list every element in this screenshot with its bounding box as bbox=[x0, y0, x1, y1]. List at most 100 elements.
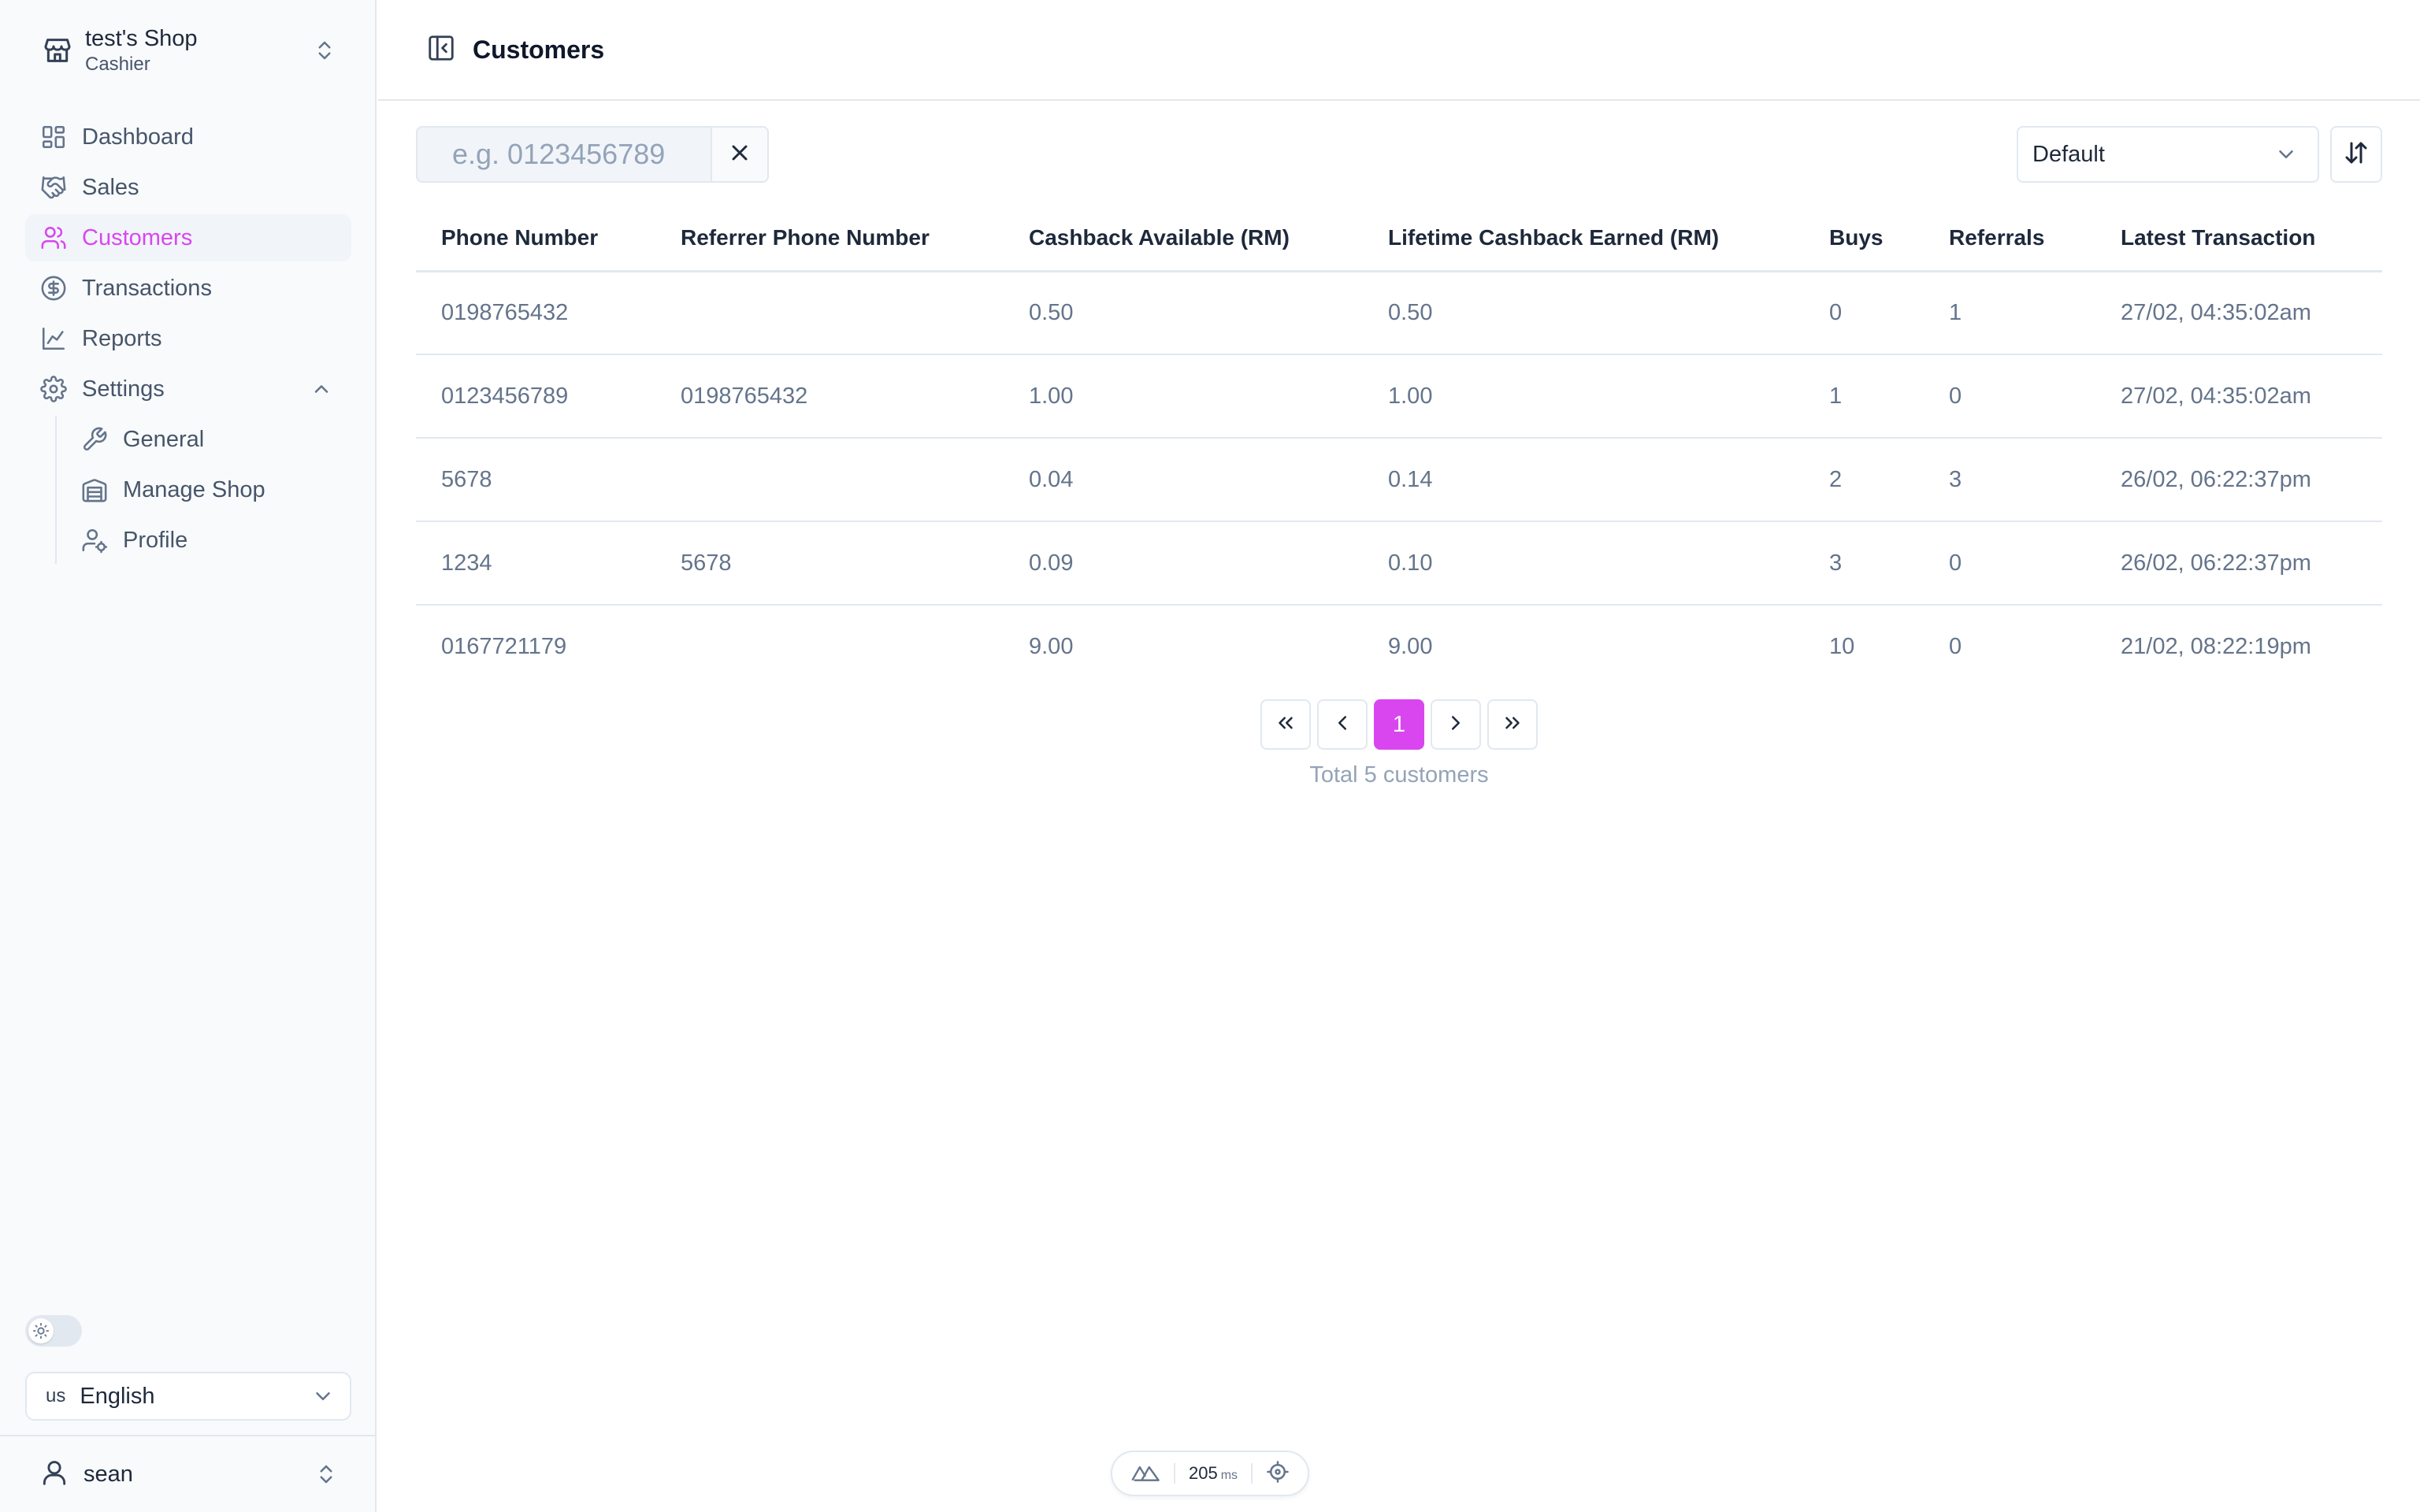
sidebar-item-label: Reports bbox=[82, 325, 162, 351]
sort-direction-button[interactable] bbox=[2330, 126, 2382, 183]
sidebar-item-label: Settings bbox=[82, 376, 165, 402]
dollar-circle-icon bbox=[39, 274, 68, 302]
sidebar-nav: Dashboard Sales Customers Transactions R… bbox=[25, 113, 351, 567]
sidebar-item-manage-shop[interactable]: Manage Shop bbox=[68, 466, 351, 513]
cell-lifetime: 9.00 bbox=[1388, 634, 1433, 659]
render-time-value: 205 bbox=[1188, 1463, 1218, 1483]
column-header[interactable]: Referrals bbox=[1924, 206, 2095, 272]
column-header[interactable]: Buys bbox=[1804, 206, 1924, 272]
sidebar-item-settings[interactable]: Settings bbox=[25, 365, 351, 413]
cell-buys: 10 bbox=[1829, 634, 1855, 659]
shop-switcher[interactable]: test's Shop Cashier bbox=[25, 16, 343, 85]
cell-cashback: 0.09 bbox=[1004, 521, 1363, 606]
render-time: 205 ms bbox=[1189, 1463, 1238, 1484]
sidebar-item-label: General bbox=[123, 426, 205, 452]
panel-left-close-icon bbox=[426, 33, 456, 67]
cell-latest: 27/02, 04:35:02am bbox=[2095, 354, 2382, 439]
sidebar-item-general[interactable]: General bbox=[68, 416, 351, 463]
cell-cashback: 0.04 bbox=[1004, 438, 1363, 522]
language-name: English bbox=[80, 1383, 155, 1409]
clear-search-button[interactable] bbox=[712, 126, 769, 183]
sidebar: test's Shop Cashier Dashboard Sales Cust… bbox=[0, 0, 377, 1512]
dashboard-icon bbox=[39, 123, 68, 151]
sidebar-item-transactions[interactable]: Transactions bbox=[25, 265, 351, 312]
sidebar-item-label: Manage Shop bbox=[123, 476, 265, 502]
phone-search-input[interactable] bbox=[416, 126, 712, 183]
cell-buys: 3 bbox=[1804, 521, 1924, 606]
cell-buys: 0 bbox=[1804, 271, 1924, 355]
total-count: Total 5 customers bbox=[1309, 762, 1489, 788]
cell-referrals: 3 bbox=[1924, 438, 2095, 522]
store-icon bbox=[25, 16, 85, 85]
sidebar-item-profile[interactable]: Profile bbox=[68, 517, 351, 564]
page-title: Customers bbox=[473, 35, 605, 64]
chevron-down-icon bbox=[304, 1377, 342, 1415]
nuxt-logo-icon bbox=[1130, 1460, 1160, 1488]
first-page-button[interactable] bbox=[1260, 699, 1311, 750]
cell-cashback: 1.00 bbox=[1004, 354, 1363, 439]
sidebar-item-dashboard[interactable]: Dashboard bbox=[25, 113, 351, 161]
table-row[interactable]: 5678 0.04 0.14 2 3 26/02, 06:22:37pm bbox=[416, 438, 2382, 522]
cell-referrer bbox=[655, 438, 1004, 522]
cell-buys: 2 bbox=[1804, 438, 1924, 522]
cell-referrals: 0 bbox=[1949, 634, 1962, 659]
sidebar-toggle-button[interactable] bbox=[419, 28, 463, 72]
cell-latest: 21/02, 08:22:19pm bbox=[2121, 634, 2311, 659]
sun-icon bbox=[28, 1318, 54, 1343]
search-bar bbox=[416, 126, 769, 183]
sidebar-item-sales[interactable]: Sales bbox=[25, 164, 351, 211]
table-row[interactable]: 1234 5678 0.09 0.10 3 0 26/02, 06:22:37p… bbox=[416, 521, 2382, 606]
devtools-pill[interactable]: 205 ms bbox=[1111, 1451, 1309, 1496]
divider bbox=[1173, 1463, 1175, 1484]
settings-subnav: General Manage Shop Profile bbox=[55, 416, 351, 564]
sidebar-item-label: Sales bbox=[82, 174, 139, 200]
page-button-current[interactable]: 1 bbox=[1374, 699, 1424, 750]
sidebar-item-label: Transactions bbox=[82, 275, 212, 301]
previous-page-button[interactable] bbox=[1317, 699, 1368, 750]
cell-cashback: 9.00 bbox=[1029, 634, 1074, 659]
shop-name: test's Shop bbox=[85, 26, 198, 51]
cell-referrer bbox=[655, 271, 1004, 355]
sidebar-item-customers[interactable]: Customers bbox=[25, 214, 351, 261]
table-row[interactable]: 0123456789 0198765432 1.00 1.00 1 0 27/0… bbox=[416, 354, 2382, 439]
arrow-up-down-icon bbox=[2342, 139, 2370, 171]
table-row[interactable]: 0198765432 0.50 0.50 0 1 27/02, 04:35:02… bbox=[416, 271, 2382, 355]
warehouse-icon bbox=[80, 476, 109, 504]
column-header[interactable]: Latest Transaction bbox=[2095, 206, 2382, 272]
cell-referrer bbox=[655, 605, 1004, 688]
language-flag: us bbox=[46, 1385, 66, 1406]
chevrons-right-icon bbox=[1501, 711, 1524, 739]
render-time-unit: ms bbox=[1220, 1469, 1238, 1482]
next-page-button[interactable] bbox=[1431, 699, 1481, 750]
crosshair-icon[interactable] bbox=[1266, 1460, 1290, 1488]
pagination: 1 bbox=[1260, 699, 1538, 750]
table-row[interactable]: 0167721179 9.00 9.00 10 0 21/02, 08:22:1… bbox=[416, 605, 2382, 688]
user-icon bbox=[39, 1458, 69, 1492]
chevrons-up-down-icon bbox=[307, 1455, 345, 1493]
last-page-button[interactable] bbox=[1487, 699, 1538, 750]
chevron-right-icon bbox=[1444, 711, 1468, 739]
column-header[interactable]: Phone Number bbox=[416, 206, 655, 272]
language-select[interactable]: us English bbox=[25, 1372, 351, 1421]
cell-lifetime: 0.14 bbox=[1363, 438, 1804, 522]
chevron-left-icon bbox=[1331, 711, 1354, 739]
cell-phone: 0123456789 bbox=[416, 354, 655, 439]
close-icon bbox=[727, 140, 752, 169]
sort-select[interactable]: Default bbox=[2017, 126, 2319, 183]
user-menu[interactable]: sean bbox=[0, 1435, 377, 1512]
sidebar-item-reports[interactable]: Reports bbox=[25, 315, 351, 362]
line-chart-icon bbox=[39, 324, 68, 353]
shop-role: Cashier bbox=[85, 54, 150, 75]
users-icon bbox=[39, 224, 68, 252]
column-header[interactable]: Lifetime Cashback Earned (RM) bbox=[1363, 206, 1804, 272]
column-header[interactable]: Cashback Available (RM) bbox=[1004, 206, 1363, 272]
cell-referrals: 0 bbox=[1924, 354, 2095, 439]
handshake-icon bbox=[39, 173, 68, 202]
theme-toggle[interactable] bbox=[25, 1315, 82, 1347]
cell-lifetime: 0.50 bbox=[1363, 271, 1804, 355]
column-header[interactable]: Referrer Phone Number bbox=[655, 206, 1004, 272]
customers-table: Phone Number Referrer Phone Number Cashb… bbox=[416, 206, 2382, 688]
divider bbox=[1251, 1463, 1253, 1484]
cell-referrals: 1 bbox=[1924, 271, 2095, 355]
sort-selected-value: Default bbox=[2032, 141, 2105, 167]
